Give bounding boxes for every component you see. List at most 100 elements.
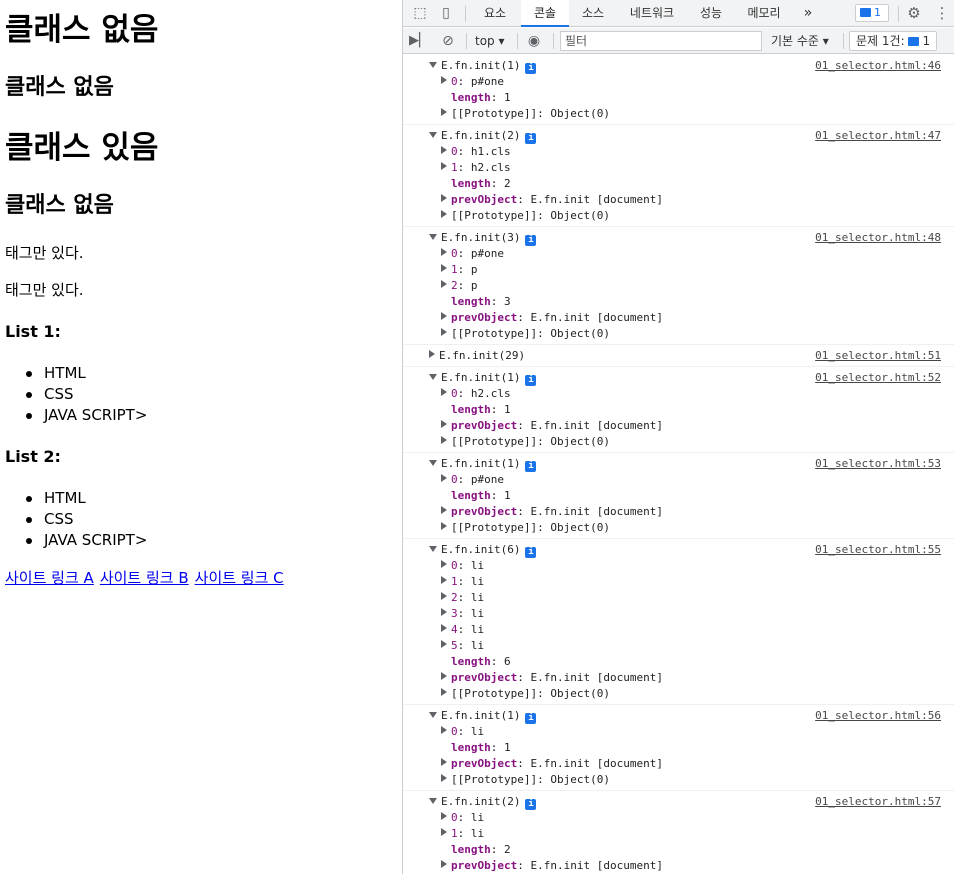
object-property[interactable]: prevObject: E.fn.init [document] — [403, 192, 954, 208]
expand-triangle-icon[interactable] — [441, 420, 447, 428]
info-icon[interactable]: i — [525, 547, 537, 558]
expand-triangle-icon[interactable] — [441, 608, 447, 616]
expand-triangle-icon[interactable] — [441, 592, 447, 600]
info-icon[interactable]: i — [525, 133, 537, 144]
issues-button[interactable]: 문제 1건: 1 — [849, 31, 938, 51]
expand-triangle-icon[interactable] — [429, 350, 435, 358]
source-link[interactable]: 01_selector.html:47 — [815, 128, 941, 144]
object-property[interactable]: [[Prototype]]: Object(0) — [403, 520, 954, 536]
source-link[interactable]: 01_selector.html:51 — [815, 348, 941, 364]
object-property[interactable]: 0: li — [403, 724, 954, 740]
console-object-header[interactable]: E.fn.init(1) i 01_selector.html:56 — [403, 708, 954, 724]
expand-triangle-icon[interactable] — [441, 640, 447, 648]
site-link-c[interactable]: 사이트 링크 C — [195, 569, 284, 587]
console-object-header[interactable]: E.fn.init(1) i 01_selector.html:46 — [403, 58, 954, 74]
collapse-triangle-icon[interactable] — [429, 546, 437, 552]
source-link[interactable]: 01_selector.html:52 — [815, 370, 941, 386]
expand-triangle-icon[interactable] — [441, 264, 447, 272]
console-object-header[interactable]: E.fn.init(1) i 01_selector.html:53 — [403, 456, 954, 472]
info-icon[interactable]: i — [525, 713, 537, 724]
collapse-triangle-icon[interactable] — [429, 62, 437, 68]
expand-triangle-icon[interactable] — [441, 194, 447, 202]
object-property[interactable]: [[Prototype]]: Object(0) — [403, 208, 954, 224]
object-property[interactable]: 1: li — [403, 574, 954, 590]
object-property[interactable]: [[Prototype]]: Object(0) — [403, 686, 954, 702]
settings-gear-icon[interactable]: ⚙ — [905, 4, 923, 22]
collapse-triangle-icon[interactable] — [429, 460, 437, 466]
expand-triangle-icon[interactable] — [441, 576, 447, 584]
tab-console[interactable]: 콘솔 — [521, 0, 569, 27]
expand-triangle-icon[interactable] — [441, 672, 447, 680]
context-selector[interactable]: top ▾ — [475, 32, 505, 50]
more-tabs-icon[interactable]: » — [799, 0, 817, 27]
expand-triangle-icon[interactable] — [441, 624, 447, 632]
expand-triangle-icon[interactable] — [441, 248, 447, 256]
expand-triangle-icon[interactable] — [441, 758, 447, 766]
info-icon[interactable]: i — [525, 375, 537, 386]
object-property[interactable]: 4: li — [403, 622, 954, 638]
console-object-header[interactable]: E.fn.init(3) i 01_selector.html:48 — [403, 230, 954, 246]
expand-triangle-icon[interactable] — [441, 76, 447, 84]
console-object-header[interactable]: E.fn.init(6) i 01_selector.html:55 — [403, 542, 954, 558]
expand-triangle-icon[interactable] — [441, 474, 447, 482]
source-link[interactable]: 01_selector.html:53 — [815, 456, 941, 472]
object-property[interactable]: prevObject: E.fn.init [document] — [403, 756, 954, 772]
console-object-header[interactable]: E.fn.init(1) i 01_selector.html:52 — [403, 370, 954, 386]
expand-triangle-icon[interactable] — [441, 726, 447, 734]
expand-triangle-icon[interactable] — [441, 210, 447, 218]
site-link-b[interactable]: 사이트 링크 B — [100, 569, 189, 587]
expand-triangle-icon[interactable] — [441, 162, 447, 170]
log-level-selector[interactable]: 기본 수준 ▾ — [771, 32, 829, 50]
collapse-triangle-icon[interactable] — [429, 132, 437, 138]
source-link[interactable]: 01_selector.html:46 — [815, 58, 941, 74]
object-property[interactable]: 3: li — [403, 606, 954, 622]
object-property[interactable]: 0: li — [403, 810, 954, 826]
object-property[interactable]: prevObject: E.fn.init [document] — [403, 504, 954, 520]
object-property[interactable]: [[Prototype]]: Object(0) — [403, 106, 954, 122]
object-property[interactable]: 0: li — [403, 558, 954, 574]
site-link-a[interactable]: 사이트 링크 A — [5, 569, 94, 587]
expand-triangle-icon[interactable] — [441, 328, 447, 336]
object-property[interactable]: 2: li — [403, 590, 954, 606]
tab-network[interactable]: 네트워크 — [621, 0, 683, 27]
expand-triangle-icon[interactable] — [441, 436, 447, 444]
expand-triangle-icon[interactable] — [441, 560, 447, 568]
inspect-element-icon[interactable]: ⬚ — [411, 4, 429, 22]
object-property[interactable]: 1: li — [403, 826, 954, 842]
object-property[interactable]: 0: p#one — [403, 246, 954, 262]
object-property[interactable]: 2: p — [403, 278, 954, 294]
console-object-header[interactable]: E.fn.init(2) i 01_selector.html:57 — [403, 794, 954, 810]
expand-triangle-icon[interactable] — [441, 828, 447, 836]
expand-triangle-icon[interactable] — [441, 522, 447, 530]
source-link[interactable]: 01_selector.html:55 — [815, 542, 941, 558]
expand-triangle-icon[interactable] — [441, 506, 447, 514]
object-property[interactable]: [[Prototype]]: Object(0) — [403, 326, 954, 342]
expand-triangle-icon[interactable] — [441, 146, 447, 154]
expand-triangle-icon[interactable] — [441, 312, 447, 320]
expand-triangle-icon[interactable] — [441, 860, 447, 868]
expand-triangle-icon[interactable] — [441, 688, 447, 696]
tab-elements[interactable]: 요소 — [475, 0, 515, 27]
object-property[interactable]: 0: h1.cls — [403, 144, 954, 160]
collapse-triangle-icon[interactable] — [429, 374, 437, 380]
object-property[interactable]: 0: p#one — [403, 472, 954, 488]
info-icon[interactable]: i — [525, 235, 537, 246]
info-icon[interactable]: i — [525, 799, 537, 810]
expand-triangle-icon[interactable] — [441, 280, 447, 288]
object-property[interactable]: [[Prototype]]: Object(0) — [403, 434, 954, 450]
object-property[interactable]: 0: p#one — [403, 74, 954, 90]
issues-counter[interactable]: 1 — [855, 4, 889, 22]
kebab-menu-icon[interactable]: ⋮ — [933, 4, 951, 22]
object-property[interactable]: prevObject: E.fn.init [document] — [403, 310, 954, 326]
console-object-header[interactable]: E.fn.init(2) i 01_selector.html:47 — [403, 128, 954, 144]
object-property[interactable]: 0: h2.cls — [403, 386, 954, 402]
source-link[interactable]: 01_selector.html:57 — [815, 794, 941, 810]
expand-triangle-icon[interactable] — [441, 108, 447, 116]
clear-console-icon[interactable]: ⊘ — [439, 32, 457, 50]
object-property[interactable]: prevObject: E.fn.init [document] — [403, 858, 954, 874]
expand-triangle-icon[interactable] — [441, 774, 447, 782]
console-object-header[interactable]: E.fn.init(29) 01_selector.html:51 — [403, 348, 954, 364]
expand-triangle-icon[interactable] — [441, 388, 447, 396]
object-property[interactable]: [[Prototype]]: Object(0) — [403, 772, 954, 788]
object-property[interactable]: 1: p — [403, 262, 954, 278]
